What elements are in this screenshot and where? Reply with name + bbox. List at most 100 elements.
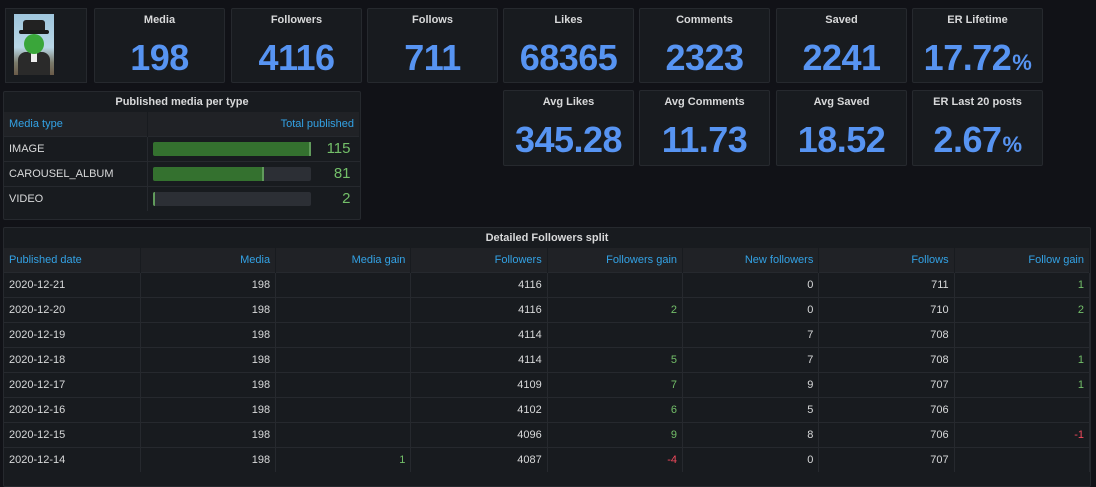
cell-follows: 706 (818, 421, 955, 447)
stat-unit: % (1012, 50, 1032, 75)
stat-number: 17.72 (923, 37, 1012, 78)
stat-title: Comments (676, 14, 733, 26)
cell-published-date: 2020-12-14 (4, 446, 141, 472)
cell-new-followers: 5 (682, 396, 820, 422)
cell-published-date: 2020-12-21 (4, 271, 141, 297)
col-follow-gain[interactable]: Follow gain (954, 248, 1091, 272)
stat-title: Follows (412, 14, 453, 26)
media-type-cell: CAROUSEL_ALBUM (4, 160, 148, 186)
table-row: 2020-12-15 198 4096 9 8 706 -1 (4, 421, 1091, 447)
stat-value: 68365 (504, 37, 633, 79)
table-row: 2020-12-17 198 4109 7 9 707 1 (4, 371, 1091, 397)
cell-published-date: 2020-12-18 (4, 346, 141, 372)
cell-followers: 4096 (410, 421, 548, 447)
avatar (14, 14, 54, 75)
cell-new-followers: 9 (682, 371, 820, 397)
stat-number: 198 (130, 37, 189, 78)
stat-number: 18.52 (797, 119, 886, 160)
stat-panel-avg-likes: Avg Likes 345.28 (503, 90, 634, 166)
cell-new-followers: 0 (682, 446, 820, 472)
total-bar-gauge (152, 141, 311, 156)
cell-media: 198 (140, 396, 277, 422)
total-bar-gauge (152, 191, 311, 206)
media-per-type-table: Media type Total published IMAGE 115 CAROU… (4, 112, 360, 211)
stat-value: 2323 (640, 37, 769, 79)
cell-follows: 707 (818, 371, 955, 397)
stat-panel-er-last-20-posts: ER Last 20 posts 2.67% (912, 90, 1043, 166)
stat-value: 198 (95, 37, 224, 79)
media-type-row: VIDEO 2 (4, 185, 360, 211)
cell-published-date: 2020-12-16 (4, 396, 141, 422)
col-new-followers[interactable]: New followers (682, 248, 820, 272)
stat-value: 11.73 (640, 119, 769, 161)
cell-followers-gain: 6 (547, 396, 684, 422)
cell-followers: 4114 (410, 346, 548, 372)
cell-media-gain: 1 (275, 446, 412, 472)
stat-panel-er-lifetime: ER Lifetime 17.72% (912, 8, 1043, 83)
media-per-type-panel: Published media per type Media type Tota… (3, 91, 361, 220)
col-media-type[interactable]: Media type (4, 112, 148, 136)
cell-follows: 708 (818, 321, 955, 347)
media-per-type-title: Published media per type (115, 96, 249, 108)
stat-number: 68365 (519, 37, 618, 78)
col-media[interactable]: Media (140, 248, 277, 272)
col-follows[interactable]: Follows (818, 248, 955, 272)
cell-followers: 4116 (410, 296, 548, 322)
stat-number: 11.73 (661, 119, 748, 160)
stat-unit: % (1002, 132, 1023, 157)
media-type-cell: VIDEO (4, 185, 148, 211)
cell-followers-gain: -4 (547, 446, 684, 472)
cell-media-gain (275, 396, 412, 422)
total-bar-gauge (152, 166, 311, 181)
cell-followers: 4102 (410, 396, 548, 422)
cell-media: 198 (140, 271, 277, 297)
followers-split-panel: Detailed Followers split Published date M… (3, 227, 1091, 487)
cell-followers: 4109 (410, 371, 548, 397)
cell-new-followers: 0 (682, 271, 820, 297)
stat-title: ER Lifetime (947, 14, 1008, 26)
cell-published-date: 2020-12-17 (4, 371, 141, 397)
cell-published-date: 2020-12-15 (4, 421, 141, 447)
cell-follow-gain: 1 (954, 371, 1091, 397)
stat-title: Avg Comments (664, 96, 745, 108)
col-followers[interactable]: Followers (410, 248, 548, 272)
cell-followers: 4116 (410, 271, 548, 297)
stat-number: 2323 (665, 37, 744, 78)
cell-follows: 706 (818, 396, 955, 422)
cell-new-followers: 7 (682, 321, 820, 347)
cell-media-gain (275, 371, 412, 397)
stat-value: 17.72% (913, 37, 1042, 79)
cell-media: 198 (140, 371, 277, 397)
cell-media: 198 (140, 421, 277, 447)
stat-number: 2241 (802, 37, 881, 78)
stat-number: 2.67 (933, 119, 1002, 160)
cell-follow-gain: 2 (954, 296, 1091, 322)
total-bar-fill (152, 141, 311, 156)
cell-media-gain (275, 271, 412, 297)
col-followers-gain[interactable]: Followers gain (547, 248, 684, 272)
table-row: 2020-12-19 198 4114 7 708 (4, 321, 1091, 347)
cell-new-followers: 7 (682, 346, 820, 372)
cell-followers-gain: 7 (547, 371, 684, 397)
media-type-cell: IMAGE (4, 135, 148, 161)
col-published-date[interactable]: Published date (4, 248, 141, 272)
stat-value: 2241 (777, 37, 906, 79)
followers-split-table: Published date Media Media gain Followers Fo… (4, 248, 1091, 472)
stat-title: Saved (825, 14, 858, 26)
cell-published-date: 2020-12-20 (4, 296, 141, 322)
cell-media-gain (275, 321, 412, 347)
stat-panel-likes: Likes 68365 (503, 8, 634, 83)
cell-followers-gain: 2 (547, 296, 684, 322)
stat-value: 4116 (232, 37, 361, 79)
col-total-published[interactable]: Total published (147, 112, 360, 136)
cell-follows: 707 (818, 446, 955, 472)
cell-media: 198 (140, 296, 277, 322)
stat-title: Avg Likes (542, 96, 595, 108)
media-type-row: CAROUSEL_ALBUM 81 (4, 160, 360, 186)
table-row: 2020-12-18 198 4114 5 7 708 1 (4, 346, 1091, 372)
cell-followers: 4114 (410, 321, 548, 347)
cell-followers-gain: 5 (547, 346, 684, 372)
cell-media: 198 (140, 446, 277, 472)
cell-follow-gain (954, 321, 1091, 347)
col-media-gain[interactable]: Media gain (275, 248, 412, 272)
